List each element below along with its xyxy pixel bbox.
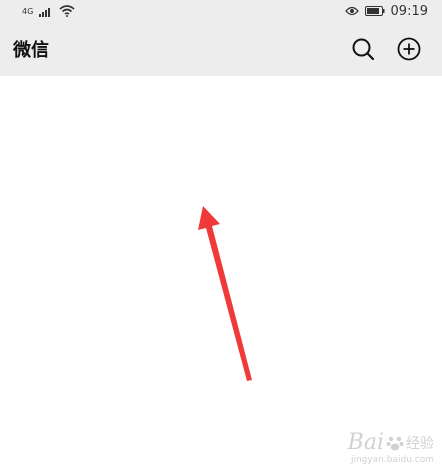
watermark-url: jingyan.baidu.com xyxy=(350,455,434,465)
watermark-logo: Bai 经验 xyxy=(348,430,434,455)
paw-icon xyxy=(386,436,404,450)
watermark: Bai 经验 jingyan.baidu.com xyxy=(348,430,434,465)
watermark-suffix: 经验 xyxy=(406,435,434,452)
red-arrow-mark xyxy=(198,206,252,381)
annotation-arrow xyxy=(198,206,252,381)
watermark-brand: Bai xyxy=(347,430,384,455)
